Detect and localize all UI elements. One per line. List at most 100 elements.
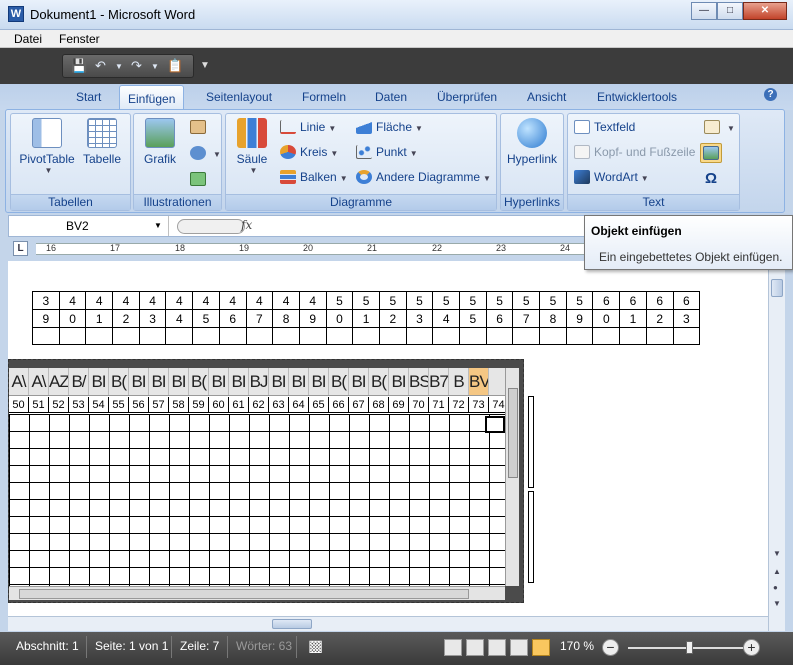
column-header[interactable]: BJ [249,368,269,395]
table-cell[interactable]: 5 [512,291,541,310]
table-cell[interactable]: 5 [405,291,434,310]
grafik-button[interactable]: Grafik [138,118,182,166]
number-cell[interactable]: 71 [429,397,449,413]
table-cell[interactable]: 5 [459,291,487,310]
horizontal-scrollbar[interactable] [8,616,768,631]
symbol-button[interactable]: Ω [705,170,717,187]
number-cell[interactable]: 56 [129,397,149,413]
saeule-button[interactable]: Säule ▼ [232,118,272,175]
print-layout-view-icon[interactable] [444,639,462,656]
draft-view-icon[interactable] [532,639,550,656]
table-cell[interactable]: 5 [192,309,220,328]
table-cell[interactable]: 4 [138,291,167,310]
table-cell[interactable]: 4 [245,291,274,310]
column-header[interactable]: A\ [29,368,49,395]
table-cell[interactable]: 1 [352,309,380,328]
number-cell[interactable]: 68 [369,397,389,413]
table-cell[interactable] [218,327,247,345]
table-cell[interactable]: 9 [565,309,594,328]
table-cell[interactable]: 4 [112,291,140,310]
close-button[interactable]: ✕ [743,2,787,20]
table-cell[interactable]: 3 [672,309,701,328]
number-cell[interactable]: 69 [389,397,409,413]
table-cell[interactable] [298,327,327,345]
number-cell[interactable]: 51 [29,397,49,413]
tab-entwicklertools[interactable]: Entwicklertools [597,90,677,104]
number-cell[interactable]: 59 [189,397,209,413]
number-cell[interactable]: 60 [209,397,229,413]
pivottable-button[interactable]: PivotTable ▼ [17,118,77,175]
table-cell[interactable]: 4 [58,291,87,310]
linie-button[interactable]: Linie ▼ [280,120,336,134]
textfeld-button[interactable]: Textfeld [574,120,635,134]
undo-dropdown-icon[interactable]: ▼ [115,62,123,71]
table-cell[interactable]: 0 [592,309,621,328]
number-cell[interactable]: 73 [469,397,489,413]
number-cell[interactable]: 57 [149,397,169,413]
table-cell[interactable]: 2 [645,309,674,328]
table-cell[interactable]: 5 [432,291,460,310]
minimize-button[interactable]: — [691,2,717,20]
objekt-button[interactable] [700,143,722,163]
table-cell[interactable] [325,327,354,345]
column-header[interactable]: BI [269,368,289,395]
table-cell[interactable]: 6 [592,291,621,310]
table-cell[interactable]: 2 [112,309,140,328]
column-header[interactable]: BI [169,368,189,395]
table-cell[interactable] [512,327,541,345]
status-zeile[interactable]: Zeile: 7 [180,639,219,653]
number-cell[interactable]: 54 [89,397,109,413]
table-cell[interactable]: 5 [459,309,487,328]
number-cell[interactable]: 72 [449,397,469,413]
table-cell[interactable]: 2 [378,309,407,328]
zoom-slider-handle[interactable] [686,641,693,654]
scroll-thumb[interactable] [272,619,312,629]
table-cell[interactable] [165,327,194,345]
number-cell[interactable]: 61 [229,397,249,413]
menu-fenster[interactable]: Fenster [59,32,100,46]
table-cell[interactable] [85,327,114,345]
kreis-button[interactable]: Kreis ▼ [280,145,338,159]
word-app-icon[interactable]: W [8,6,24,22]
table-cell[interactable] [32,327,60,345]
table-cell[interactable]: 3 [138,309,167,328]
table-cell[interactable] [138,327,167,345]
browse-object-icon[interactable]: ● [773,583,778,592]
table-cell[interactable] [539,327,567,345]
outline-view-icon[interactable] [510,639,528,656]
column-header[interactable]: B( [189,368,209,395]
chevron-down-icon[interactable]: ▼ [154,221,162,230]
table-cell[interactable] [672,327,701,345]
table-cell[interactable]: 5 [325,291,354,310]
flaeche-button[interactable]: Fläche ▼ [356,120,423,134]
number-cell[interactable]: 64 [289,397,309,413]
column-header[interactable]: B( [369,368,389,395]
table-cell[interactable] [645,327,674,345]
sheet-vertical-scrollbar[interactable] [505,368,519,586]
table-cell[interactable]: 6 [672,291,701,310]
status-seite[interactable]: Seite: 1 von 1 [95,639,168,653]
maximize-button[interactable]: □ [717,2,743,20]
table-cell[interactable]: 4 [432,309,460,328]
table-cell[interactable]: 6 [485,309,514,328]
number-cell[interactable]: 63 [269,397,289,413]
table-cell[interactable]: 7 [245,309,274,328]
tab-ueberpruefen[interactable]: Überprüfen [437,90,497,104]
column-header[interactable]: BI [89,368,109,395]
table-cell[interactable] [272,327,300,345]
table-cell[interactable] [485,327,514,345]
column-header[interactable]: BI [289,368,309,395]
full-screen-reading-view-icon[interactable] [466,639,484,656]
table-cell[interactable] [58,327,87,345]
insert-function-icon[interactable]: fx [241,218,252,232]
column-header[interactable]: AZ [49,368,69,395]
tab-ansicht[interactable]: Ansicht [527,90,566,104]
table-cell[interactable] [112,327,140,345]
table-cell[interactable]: 1 [85,309,114,328]
previous-page-icon[interactable]: ▲ [773,567,781,576]
column-header[interactable]: B/ [69,368,89,395]
number-cell[interactable]: 62 [249,397,269,413]
status-woerter[interactable]: Wörter: 63 [236,639,292,653]
table-cell[interactable]: 5 [485,291,514,310]
table-cell[interactable]: 0 [58,309,87,328]
